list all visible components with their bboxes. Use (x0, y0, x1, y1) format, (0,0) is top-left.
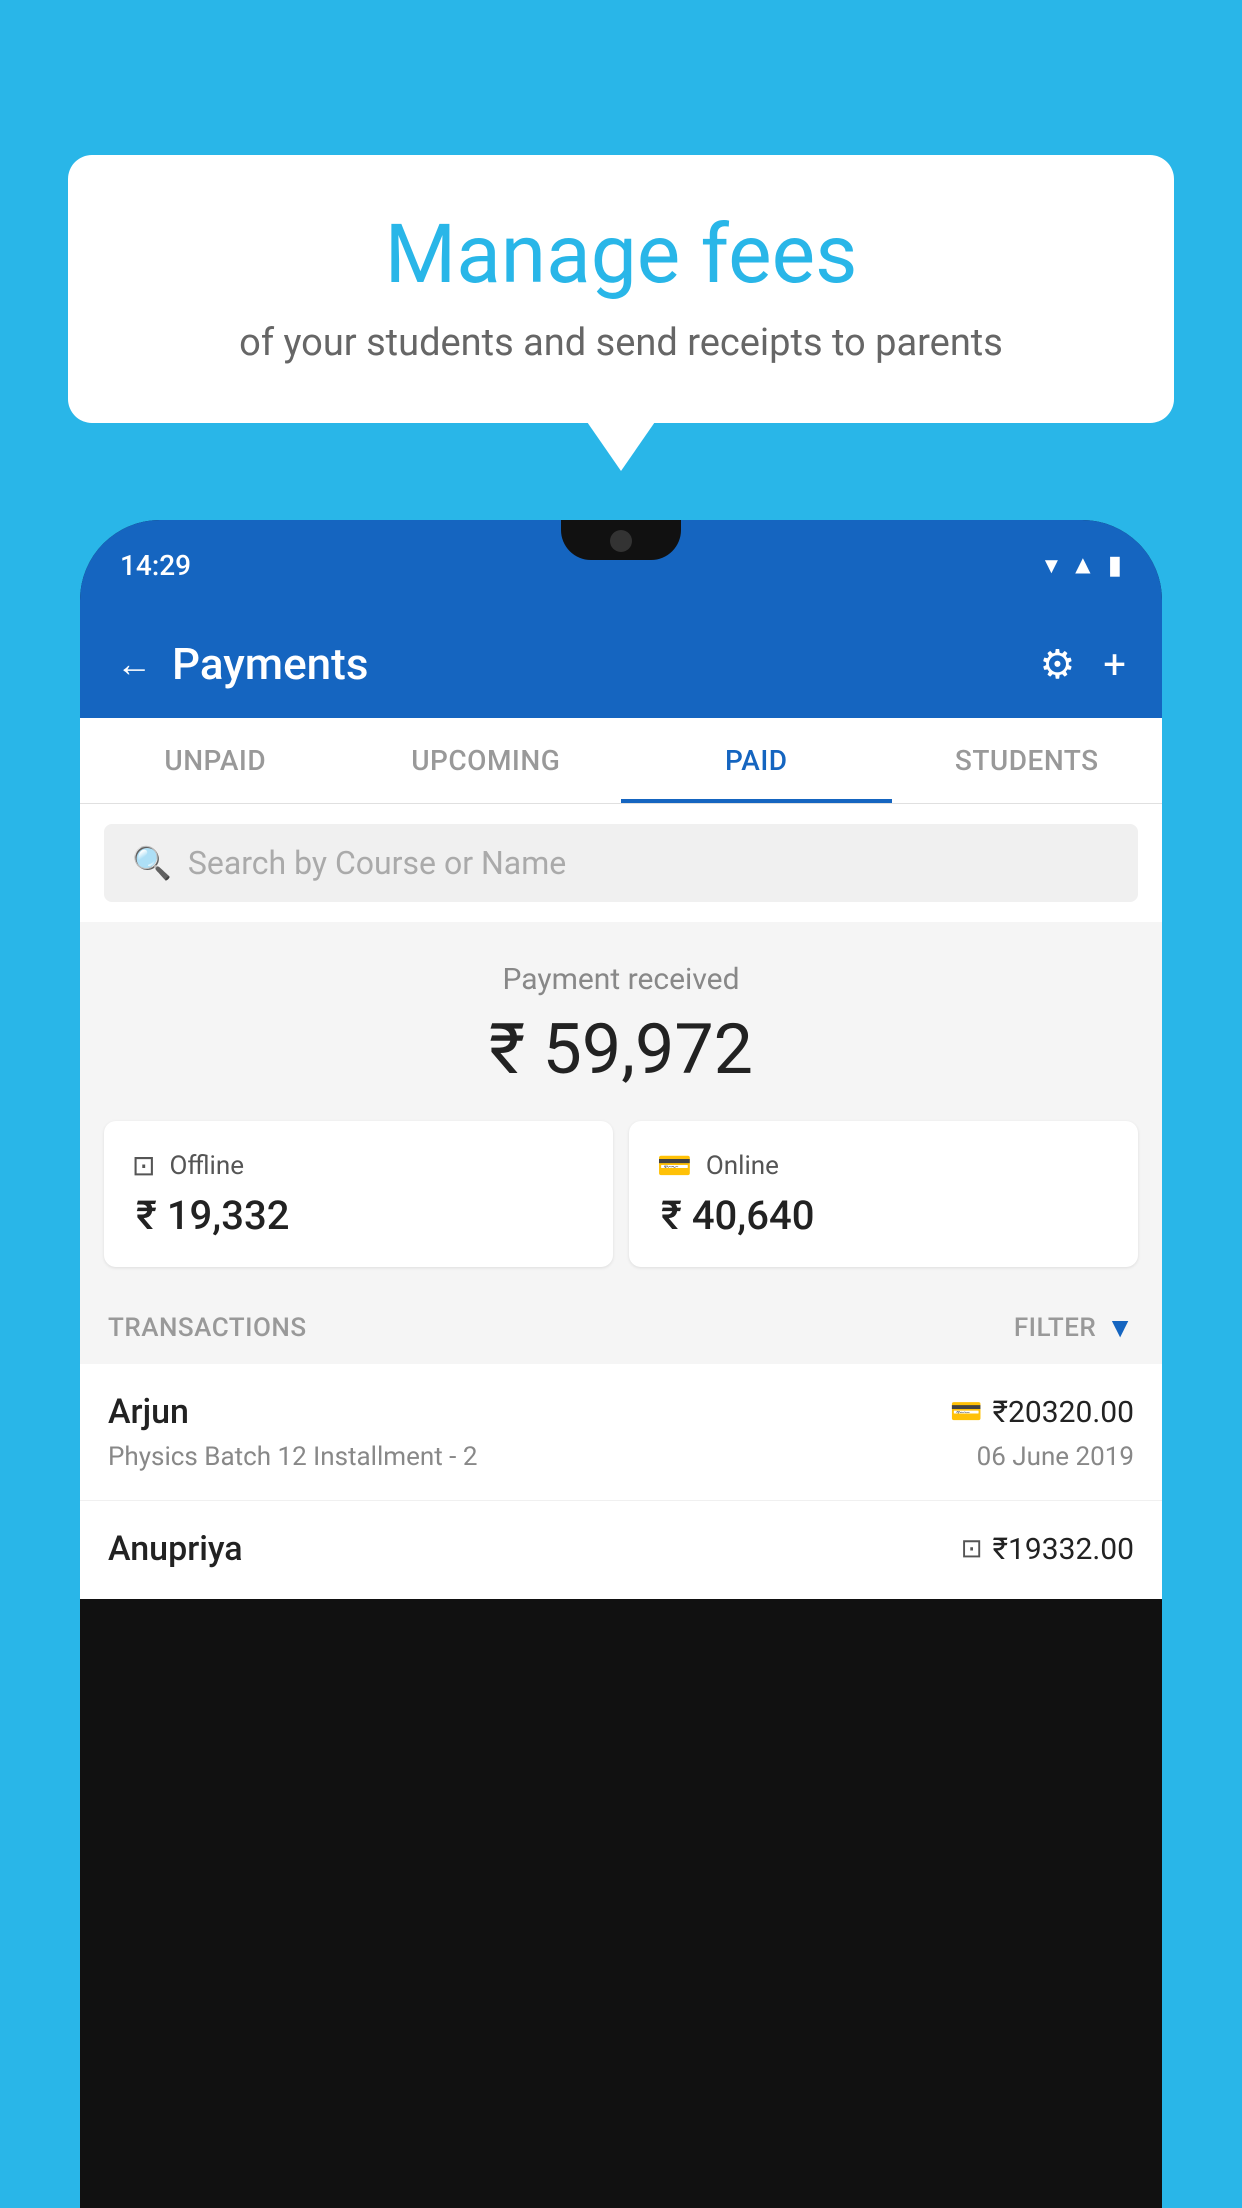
time-display: 14:29 (120, 549, 191, 582)
online-label: Online (706, 1151, 779, 1181)
course-info: Physics Batch 12 Installment - 2 (108, 1442, 477, 1472)
offline-card: ⊡ Offline ₹ 19,332 (104, 1121, 613, 1267)
phone-notch (561, 520, 681, 560)
payment-total-amount: ₹ 59,972 (80, 1009, 1162, 1091)
payment-received-label: Payment received (80, 962, 1162, 997)
tab-upcoming[interactable]: UPCOMING (351, 718, 622, 803)
payment-cards: ⊡ Offline ₹ 19,332 💳 Online ₹ 40,640 (80, 1121, 1162, 1291)
header-right: ⚙ + (1039, 641, 1126, 688)
wifi-icon: ▾ (1045, 550, 1058, 580)
speech-bubble: Manage fees of your students and send re… (68, 155, 1174, 423)
tab-students[interactable]: STUDENTS (892, 718, 1163, 803)
transaction-row[interactable]: Arjun 💳 ₹20320.00 Physics Batch 12 Insta… (80, 1364, 1162, 1501)
transactions-header: TRANSACTIONS FILTER ▼ (80, 1291, 1162, 1364)
transactions-label: TRANSACTIONS (108, 1313, 307, 1343)
transaction-top-row: Arjun 💳 ₹20320.00 (108, 1392, 1134, 1432)
card-payment-icon: 💳 (950, 1397, 982, 1427)
search-bar[interactable]: 🔍 Search by Course or Name (104, 824, 1138, 902)
phone-frame: 14:29 ▾ ▲ ▮ ← Payments ⚙ + UNPAID UPCOMI… (80, 520, 1162, 2208)
add-button[interactable]: + (1103, 641, 1126, 688)
filter-icon: ▼ (1106, 1311, 1134, 1344)
offline-label: Offline (169, 1151, 244, 1181)
app-header: ← Payments ⚙ + (80, 610, 1162, 718)
cash-icon: ⊡ (132, 1149, 155, 1182)
filter-label: FILTER (1014, 1313, 1096, 1343)
transaction-row-partial[interactable]: Anupriya ⊡ ₹19332.00 (80, 1501, 1162, 1599)
amount-container: 💳 ₹20320.00 (950, 1395, 1134, 1430)
tabs-container: UNPAID UPCOMING PAID STUDENTS (80, 718, 1162, 804)
battery-icon: ▮ (1108, 550, 1122, 580)
transaction-bottom-row: Physics Batch 12 Installment - 2 06 June… (108, 1442, 1134, 1472)
back-button[interactable]: ← (116, 643, 152, 685)
settings-icon[interactable]: ⚙ (1039, 641, 1075, 688)
header-left: ← Payments (116, 638, 368, 690)
status-bar: 14:29 ▾ ▲ ▮ (80, 520, 1162, 610)
transaction-amount-2: ₹19332.00 (993, 1532, 1134, 1567)
amount-container-2: ⊡ ₹19332.00 (961, 1532, 1134, 1567)
signal-icon: ▲ (1070, 550, 1096, 581)
bubble-subtitle: of your students and send receipts to pa… (128, 321, 1114, 365)
transaction-top-row-2: Anupriya ⊡ ₹19332.00 (108, 1529, 1134, 1569)
online-card: 💳 Online ₹ 40,640 (629, 1121, 1138, 1267)
student-name-2: Anupriya (108, 1529, 243, 1569)
offline-card-header: ⊡ Offline (132, 1149, 585, 1182)
online-amount: ₹ 40,640 (657, 1192, 1110, 1239)
student-name: Arjun (108, 1392, 189, 1432)
search-input[interactable]: Search by Course or Name (188, 844, 566, 882)
card-icon: 💳 (657, 1149, 692, 1182)
tab-paid[interactable]: PAID (621, 718, 892, 803)
bubble-title: Manage fees (128, 207, 1114, 303)
payment-summary: Payment received ₹ 59,972 (80, 922, 1162, 1121)
cash-payment-icon: ⊡ (961, 1534, 983, 1564)
tab-unpaid[interactable]: UNPAID (80, 718, 351, 803)
filter-container[interactable]: FILTER ▼ (1014, 1311, 1134, 1344)
offline-amount: ₹ 19,332 (132, 1192, 585, 1239)
search-container: 🔍 Search by Course or Name (80, 804, 1162, 922)
date-info: 06 June 2019 (977, 1442, 1134, 1472)
camera (610, 530, 632, 552)
search-icon: 🔍 (132, 844, 172, 882)
page-title: Payments (172, 638, 368, 690)
status-icons: ▾ ▲ ▮ (1045, 550, 1122, 581)
transaction-amount: ₹20320.00 (993, 1395, 1134, 1430)
online-card-header: 💳 Online (657, 1149, 1110, 1182)
